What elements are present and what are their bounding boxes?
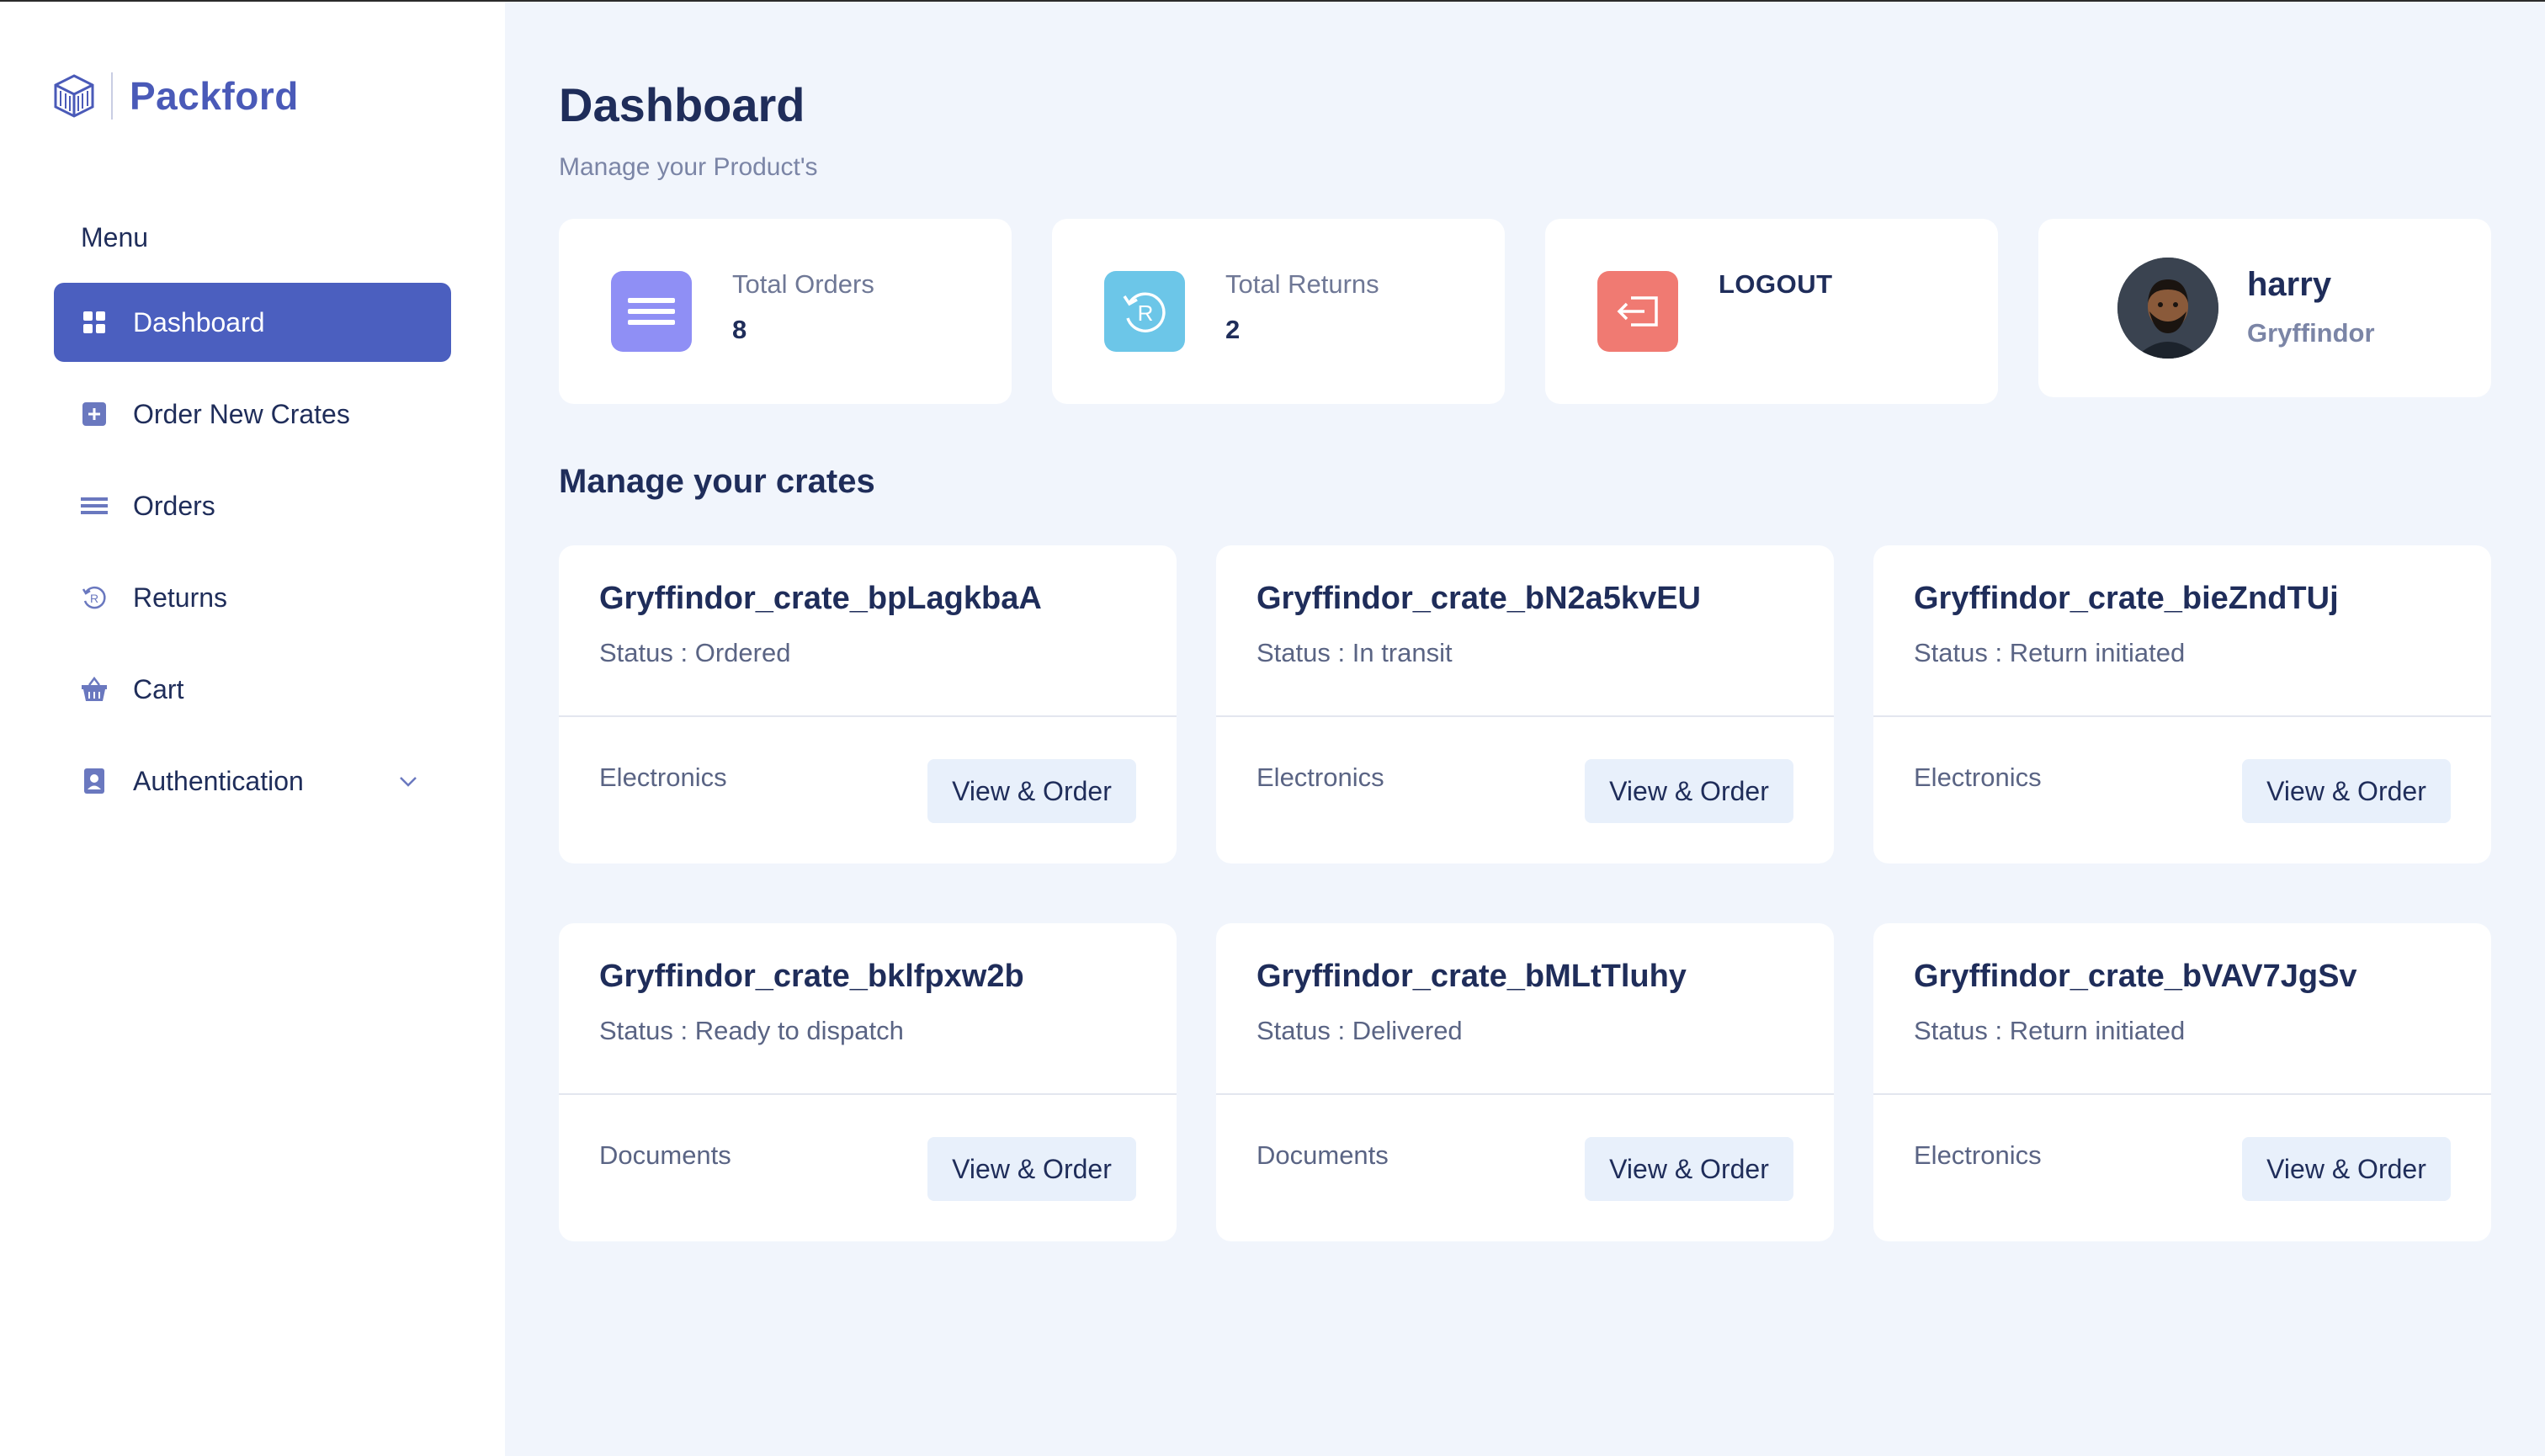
profile-card[interactable]: harry Gryffindor — [2038, 219, 2491, 397]
sidebar-item-label: Dashboard — [133, 306, 265, 337]
crate-status: Status : Ordered — [599, 638, 791, 667]
crate-category: Electronics — [599, 763, 727, 792]
view-order-button[interactable]: View & Order — [2242, 1137, 2451, 1201]
return-icon: R — [1104, 271, 1185, 352]
view-order-button[interactable]: View & Order — [1585, 1137, 1793, 1201]
crate-category: Electronics — [1914, 763, 2042, 792]
crate-card: Gryffindor_crate_bieZndTUj Status : Retu… — [1873, 545, 2491, 864]
cube-logo-icon — [54, 74, 94, 118]
brand-logo[interactable]: Packford — [52, 72, 299, 120]
grid-icon — [81, 309, 108, 336]
brand-name: Packford — [130, 74, 299, 118]
profile-house: Gryffindor — [2247, 318, 2375, 348]
crate-name: Gryffindor_crate_bMLtTluhy — [1257, 959, 1687, 994]
crate-category: Documents — [1257, 1140, 1389, 1170]
crate-name: Gryffindor_crate_bVAV7JgSv — [1914, 959, 2357, 994]
crate-card: Gryffindor_crate_bpLagkbaA Status : Orde… — [559, 545, 1177, 864]
total-returns-value: 2 — [1225, 315, 1241, 344]
crate-category: Electronics — [1914, 1140, 2042, 1170]
crate-divider — [559, 1093, 1177, 1095]
chevron-down-icon[interactable] — [396, 768, 421, 794]
crate-divider — [559, 715, 1177, 717]
crate-card: Gryffindor_crate_bN2a5kvEU Status : In t… — [1216, 545, 1834, 864]
total-returns-label: Total Returns — [1225, 269, 1379, 299]
page-subtitle: Manage your Product's — [559, 153, 818, 181]
menu-title: Menu — [81, 222, 149, 252]
crate-card: Gryffindor_crate_bMLtTluhy Status : Deli… — [1216, 923, 1834, 1241]
basket-icon — [81, 676, 108, 703]
sidebar-item-label: Authentication — [133, 765, 304, 796]
svg-text:R: R — [1138, 300, 1154, 326]
plus-square-icon — [81, 401, 108, 428]
crate-name: Gryffindor_crate_bieZndTUj — [1914, 581, 2339, 616]
crate-divider — [1873, 715, 2491, 717]
svg-text:R: R — [90, 592, 98, 605]
view-order-button[interactable]: View & Order — [1585, 759, 1793, 823]
sidebar-item-label: Order New Crates — [133, 398, 350, 429]
sidebar-item-authentication[interactable]: Authentication — [54, 741, 451, 821]
sidebar-item-label: Orders — [133, 490, 215, 521]
list-icon — [81, 492, 108, 519]
crate-divider — [1216, 1093, 1834, 1095]
crate-status: Status : Ready to dispatch — [599, 1016, 904, 1045]
crate-status: Status : In transit — [1257, 638, 1453, 667]
sidebar-item-label: Returns — [133, 582, 228, 613]
view-order-button[interactable]: View & Order — [2242, 759, 2451, 823]
crate-status: Status : Return initiated — [1914, 1016, 2186, 1045]
crate-divider — [1216, 715, 1834, 717]
crate-category: Documents — [599, 1140, 731, 1170]
sidebar-nav: Dashboard Order New Crates Orders R Retu… — [54, 283, 451, 833]
logout-card[interactable]: LOGOUT — [1545, 219, 1998, 404]
sidebar-item-dashboard[interactable]: Dashboard — [54, 283, 451, 362]
sidebar-item-label: Cart — [133, 673, 184, 704]
crate-name: Gryffindor_crate_bklfpxw2b — [599, 959, 1024, 994]
page-title: Dashboard — [559, 78, 805, 131]
crate-name: Gryffindor_crate_bN2a5kvEU — [1257, 581, 1701, 616]
orders-list-icon — [611, 271, 692, 352]
sidebar-item-returns[interactable]: R Returns — [54, 558, 451, 637]
sidebar-item-order-new-crates[interactable]: Order New Crates — [54, 375, 451, 454]
sidebar: Packford Menu Dashboard Order New Crates… — [0, 2, 505, 1456]
section-title: Manage your crates — [559, 463, 875, 500]
avatar — [2117, 258, 2218, 359]
crate-card: Gryffindor_crate_bVAV7JgSv Status : Retu… — [1873, 923, 2491, 1241]
profile-name: harry — [2247, 266, 2332, 303]
logout-icon — [1597, 271, 1678, 352]
return-icon: R — [81, 584, 108, 611]
total-orders-label: Total Orders — [732, 269, 874, 299]
view-order-button[interactable]: View & Order — [927, 759, 1136, 823]
sidebar-item-orders[interactable]: Orders — [54, 466, 451, 545]
id-badge-icon — [81, 768, 108, 794]
logout-label: LOGOUT — [1719, 269, 1833, 299]
crate-category: Electronics — [1257, 763, 1384, 792]
crate-status: Status : Delivered — [1257, 1016, 1463, 1045]
sidebar-item-cart[interactable]: Cart — [54, 650, 451, 729]
logo-divider — [111, 72, 113, 120]
total-orders-card[interactable]: Total Orders 8 — [559, 219, 1012, 404]
total-orders-value: 8 — [732, 315, 747, 344]
total-returns-card[interactable]: R Total Returns 2 — [1052, 219, 1505, 404]
view-order-button[interactable]: View & Order — [927, 1137, 1136, 1201]
crate-name: Gryffindor_crate_bpLagkbaA — [599, 581, 1042, 616]
crate-divider — [1873, 1093, 2491, 1095]
crate-status: Status : Return initiated — [1914, 638, 2186, 667]
crate-card: Gryffindor_crate_bklfpxw2b Status : Read… — [559, 923, 1177, 1241]
